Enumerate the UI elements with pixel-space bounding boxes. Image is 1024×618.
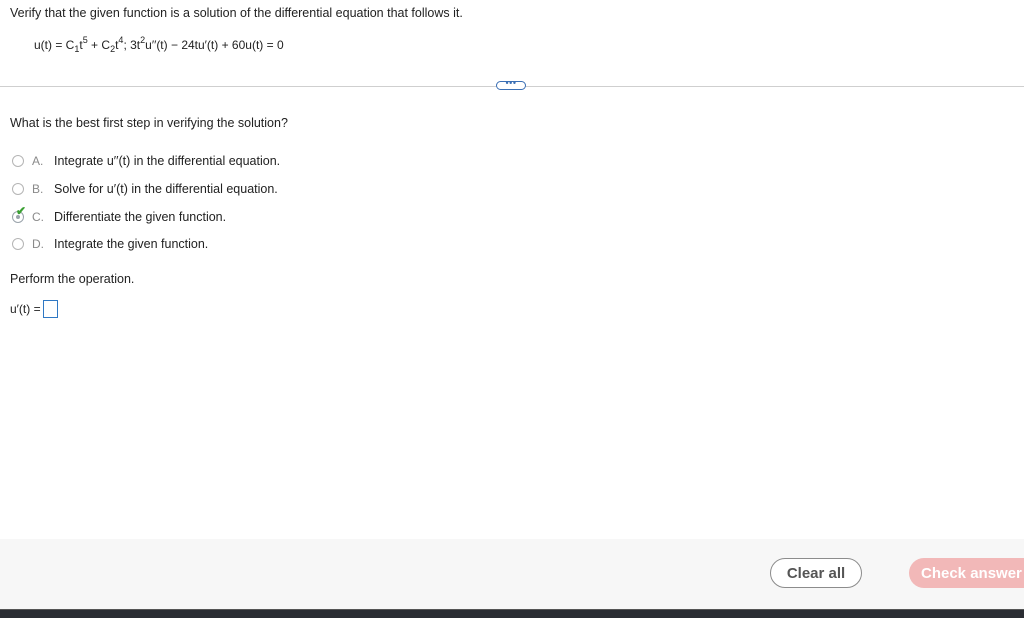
equation-part: ; 3t [123, 38, 141, 52]
equation-part: u(t) = C [34, 38, 75, 52]
perform-instruction: Perform the operation. [10, 272, 135, 286]
equation: u(t) = C1t5 + C2t4; 3t2u′′(t) − 24tu′(t)… [34, 36, 284, 54]
clear-all-button[interactable]: Clear all [770, 558, 862, 588]
option-a[interactable]: A. Integrate u′′(t) in the differential … [12, 154, 280, 168]
option-d[interactable]: D. Integrate the given function. [12, 237, 208, 251]
option-text: Differentiate the given function. [54, 210, 227, 224]
correct-check-icon: ✔ [16, 204, 27, 218]
problem-prompt: Verify that the given function is a solu… [10, 6, 463, 20]
question-text: What is the best first step in verifying… [10, 116, 288, 130]
radio-button[interactable] [12, 183, 24, 195]
expand-button[interactable]: ••• [496, 78, 526, 90]
radio-button[interactable] [12, 155, 24, 167]
option-b[interactable]: B. Solve for u′(t) in the differential e… [12, 182, 278, 196]
answer-input[interactable] [42, 300, 58, 318]
radio-button[interactable] [12, 238, 24, 250]
option-text: Solve for u′(t) in the differential equa… [54, 182, 278, 196]
option-letter: A. [32, 154, 44, 168]
answer-row: u′(t) = [10, 300, 58, 318]
option-letter: C. [32, 210, 44, 224]
check-answer-button[interactable]: Check answer [909, 558, 1024, 588]
equation-part: u′′(t) − 24tu′(t) + 60u(t) = 0 [145, 38, 284, 52]
option-text: Integrate u′′(t) in the differential equ… [54, 154, 281, 168]
footer-bar [0, 539, 1024, 609]
bottom-bar-edge [0, 609, 1024, 610]
answer-label: u′(t) = [10, 302, 41, 316]
option-c[interactable]: C. Differentiate the given function. [12, 210, 226, 224]
option-text: Integrate the given function. [54, 237, 209, 251]
option-letter: B. [32, 182, 44, 196]
option-letter: D. [32, 237, 44, 251]
equation-part: + C [87, 38, 111, 52]
more-icon: ••• [505, 78, 517, 88]
bottom-bar [0, 609, 1024, 618]
